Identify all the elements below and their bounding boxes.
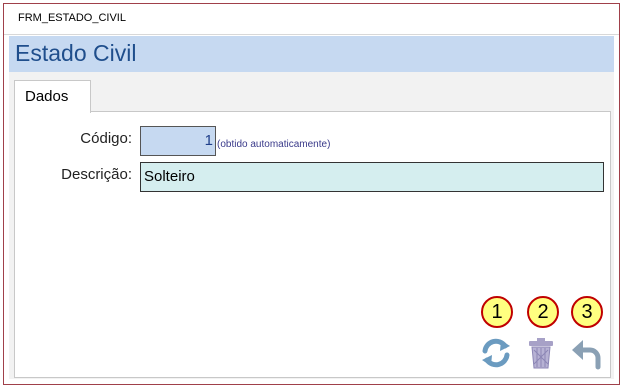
window-title: FRM_ESTADO_CIVIL bbox=[18, 12, 126, 24]
trash-icon bbox=[529, 338, 553, 369]
delete-button[interactable] bbox=[524, 336, 558, 370]
back-button[interactable] bbox=[570, 336, 604, 370]
descricao-field[interactable]: Solteiro bbox=[140, 162, 604, 192]
tab-dados[interactable]: Dados bbox=[14, 80, 91, 113]
codigo-label: Código: bbox=[80, 130, 132, 147]
codigo-field[interactable]: 1 bbox=[140, 126, 216, 156]
codigo-hint: (obtido automaticamente) bbox=[217, 139, 331, 150]
tab-dados-label: Dados bbox=[25, 88, 69, 105]
tab-panel bbox=[14, 111, 611, 378]
refresh-button[interactable] bbox=[479, 336, 513, 370]
callout-badge-3: 3 bbox=[571, 296, 603, 328]
page-title: Estado Civil bbox=[15, 40, 137, 66]
form-header: Estado Civil bbox=[9, 36, 614, 72]
callout-badge-2: 2 bbox=[527, 296, 559, 328]
descricao-label: Descrição: bbox=[61, 166, 132, 183]
undo-arrow-icon bbox=[572, 340, 601, 370]
refresh-icon bbox=[482, 338, 510, 368]
window-title-bar: FRM_ESTADO_CIVIL bbox=[4, 4, 619, 35]
callout-badge-1: 1 bbox=[481, 296, 513, 328]
